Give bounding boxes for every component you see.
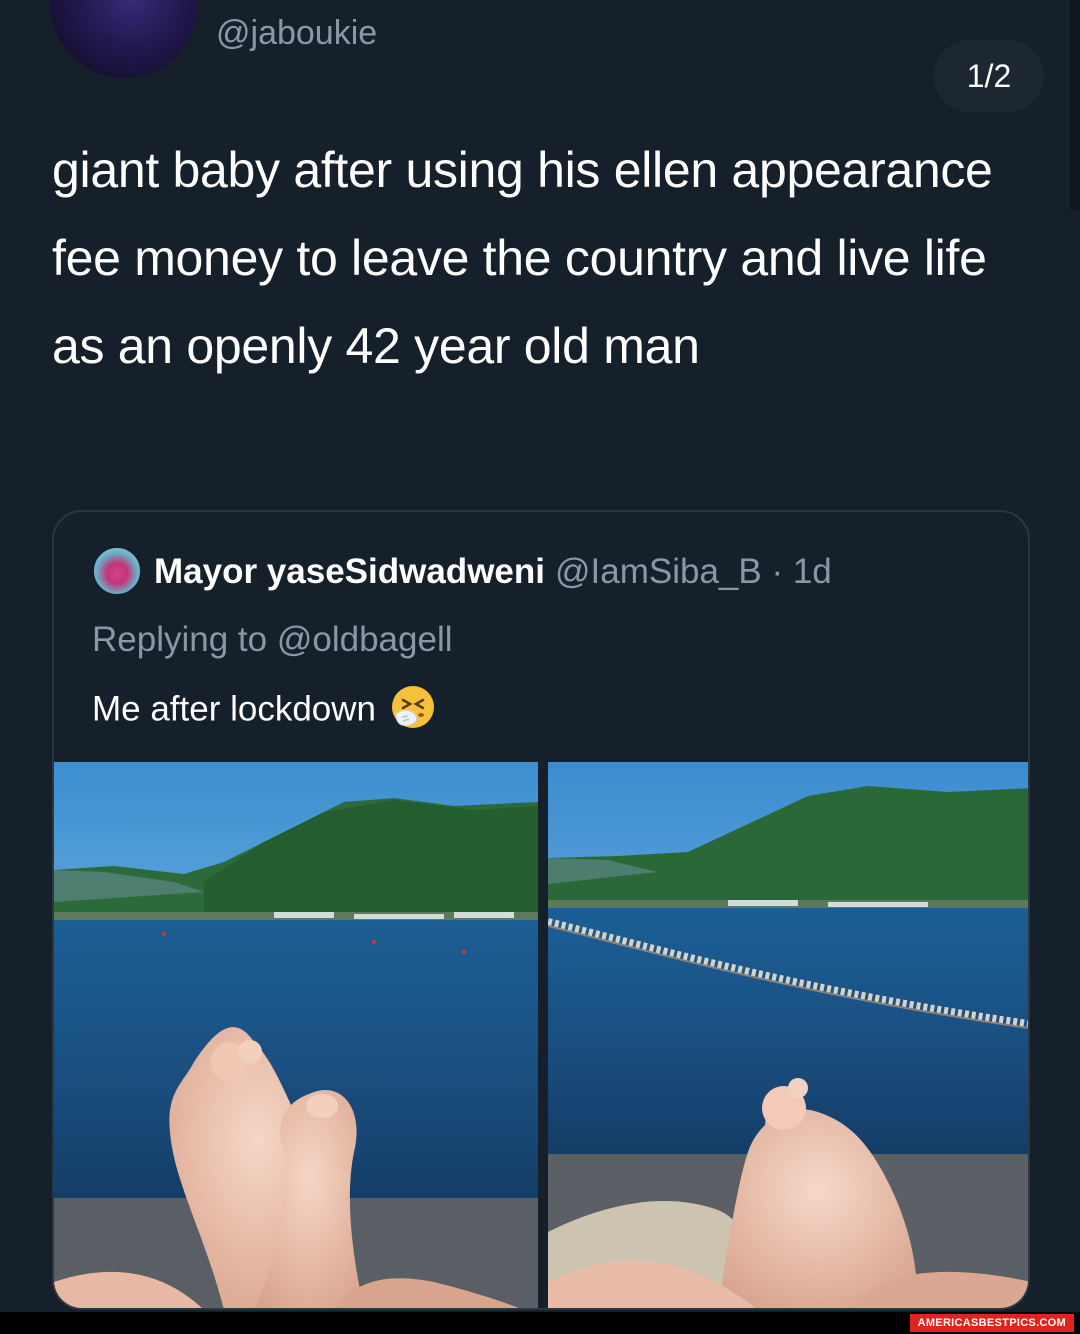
quoted-tweet-text-row: Me after lockdown	[92, 686, 436, 734]
quoted-tweet-header: Mayor yaseSidwadweni @IamSiba_B · 1d	[154, 552, 832, 592]
quoted-tweet-card[interactable]: Mayor yaseSidwadweni @IamSiba_B · 1d Repl…	[52, 510, 1030, 1310]
page-counter-badge: 1/2	[934, 40, 1044, 112]
replying-to-line: Replying to @oldbagell	[92, 620, 453, 660]
quoted-tweet-text: Me after lockdown	[92, 689, 377, 729]
quoted-author-avatar[interactable]	[92, 546, 142, 596]
scrollbar[interactable]	[1070, 0, 1080, 210]
quoted-author-meta: @IamSiba_B · 1d	[554, 552, 832, 591]
watermark-label: AMERICASBESTPICS.COM	[909, 1314, 1074, 1332]
sneezing-face-icon	[390, 684, 436, 730]
author-handle[interactable]: @jaboukie	[216, 14, 377, 53]
media-divider	[538, 762, 548, 1308]
quoted-author-name[interactable]: Mayor yaseSidwadweni	[154, 552, 545, 591]
tweet-text: giant baby after using his ellen appeara…	[52, 142, 993, 374]
author-avatar[interactable]	[50, 0, 198, 78]
replying-to-handle[interactable]: @oldbagell	[277, 620, 453, 659]
media-photo-right[interactable]	[548, 762, 1028, 1308]
media-photo-left[interactable]	[54, 762, 538, 1308]
replying-to-label: Replying to	[92, 620, 268, 659]
